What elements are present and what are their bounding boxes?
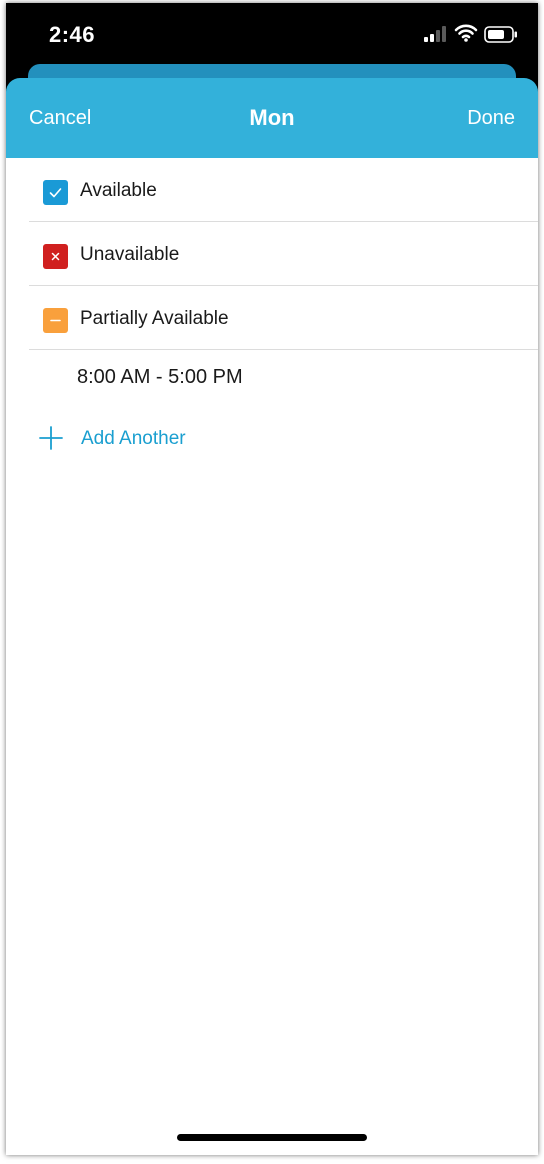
home-indicator[interactable]	[177, 1134, 367, 1141]
checkmark-icon	[43, 180, 68, 205]
option-available[interactable]: Available	[29, 158, 538, 222]
status-time: 2:46	[49, 22, 96, 47]
option-label: Partially Available	[80, 308, 229, 329]
time-slot[interactable]: 8:00 AM - 5:00 PM	[77, 366, 243, 389]
x-icon	[43, 244, 68, 269]
page-title: Mon	[249, 105, 295, 130]
availability-options: Available Unavailable Partially Availabl…	[6, 158, 538, 450]
option-label: Available	[80, 180, 157, 201]
option-unavailable[interactable]: Unavailable	[29, 222, 538, 286]
plus-icon	[38, 425, 64, 451]
done-button[interactable]: Done	[467, 107, 515, 130]
cellular-signal-icon	[424, 26, 450, 42]
add-another-label: Add Another	[81, 428, 186, 449]
phone-screen: 2:46 Cancel Mon Done Available Unavailab…	[6, 3, 538, 1155]
minus-icon	[43, 308, 68, 333]
modal-header: Cancel Mon Done	[6, 78, 538, 158]
wifi-icon	[454, 24, 478, 42]
option-partially-available[interactable]: Partially Available	[29, 286, 538, 350]
option-label: Unavailable	[80, 244, 180, 265]
battery-icon	[484, 26, 518, 43]
